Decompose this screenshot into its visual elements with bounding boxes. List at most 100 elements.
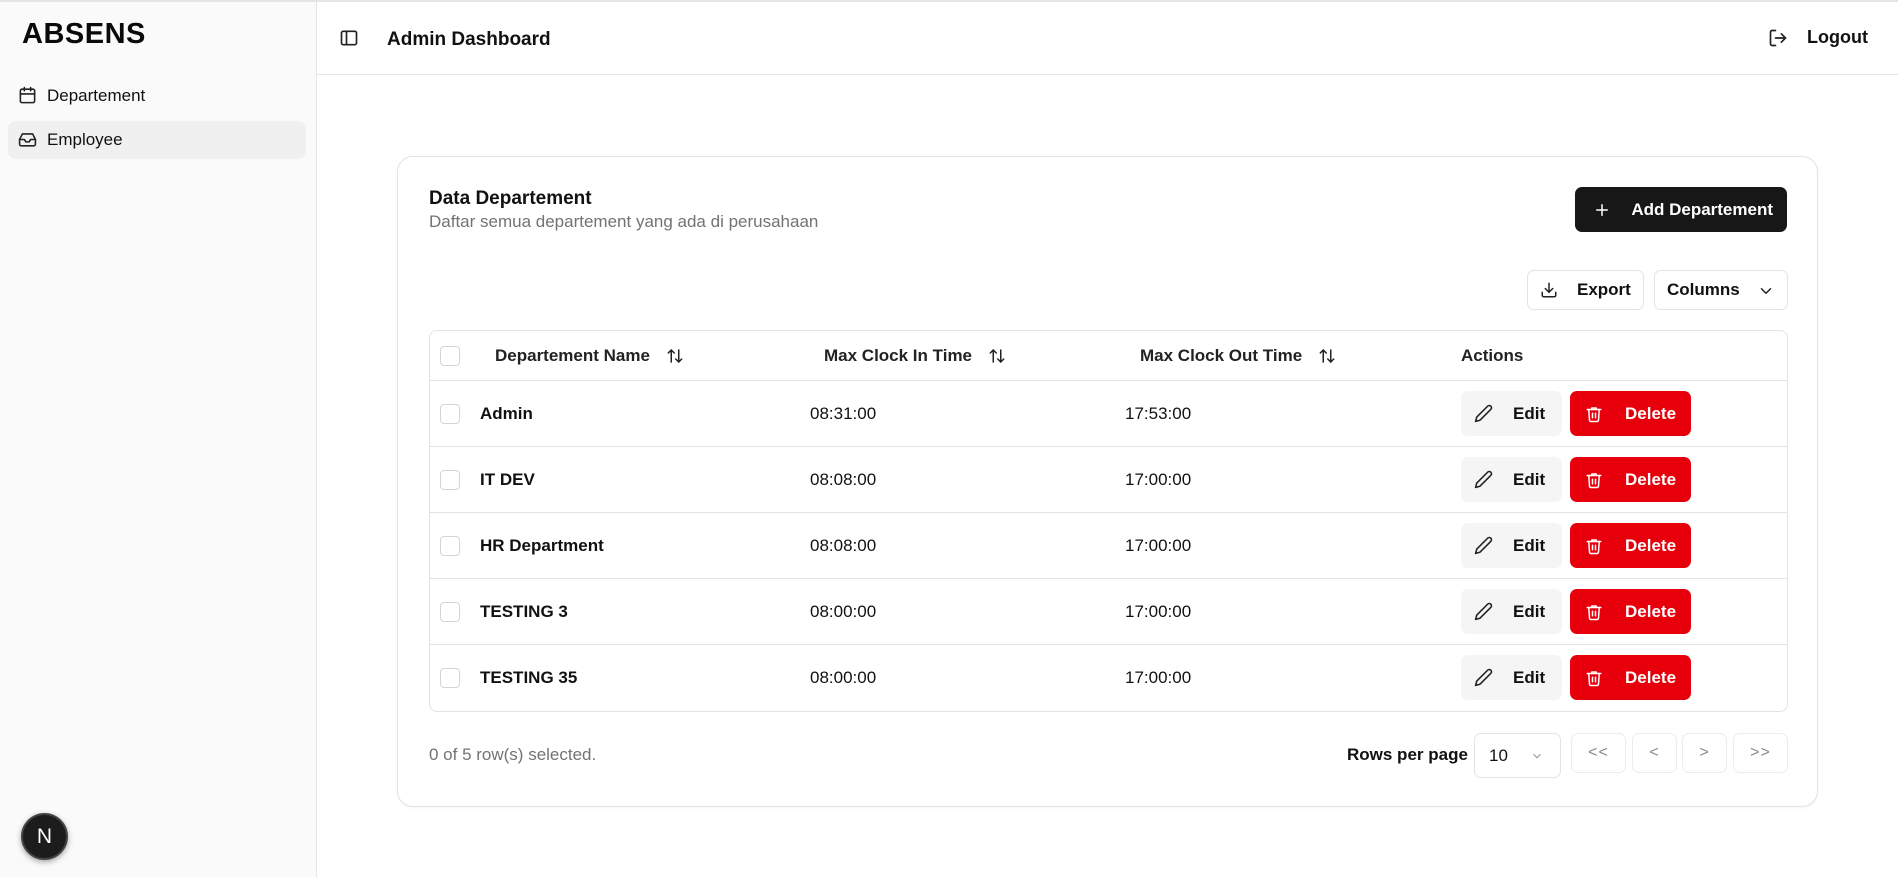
edit-button[interactable]: Edit <box>1461 391 1562 436</box>
cell-clock-in: 08:08:00 <box>810 470 877 489</box>
delete-label: Delete <box>1625 403 1677 423</box>
column-header-label: Max Clock Out Time <box>1140 346 1303 365</box>
rows-per-page-value: 10 <box>1489 745 1508 765</box>
delete-label: Delete <box>1625 469 1677 489</box>
table-row: Admin 08:31:00 17:53:00 Edit Delete <box>430 381 1787 447</box>
add-departement-button[interactable]: Add Departement <box>1575 187 1787 232</box>
logout-button[interactable]: Logout <box>1768 27 1868 48</box>
departement-card: Data Departement Daftar semua departemen… <box>397 156 1818 807</box>
delete-button[interactable]: Delete <box>1570 589 1691 634</box>
edit-button[interactable]: Edit <box>1461 589 1562 634</box>
delete-button[interactable]: Delete <box>1570 457 1691 502</box>
delete-button[interactable]: Delete <box>1570 391 1691 436</box>
cell-departement-name: IT DEV <box>480 470 535 489</box>
cell-departement-name: HR Department <box>480 536 604 555</box>
brand-logo: ABSENS <box>22 18 146 50</box>
pencil-icon <box>1474 470 1493 489</box>
rows-per-page-select[interactable]: 10 <box>1474 733 1561 778</box>
edit-button[interactable]: Edit <box>1461 655 1562 700</box>
plus-icon <box>1596 203 1609 216</box>
cell-clock-in: 08:31:00 <box>810 404 877 423</box>
row-checkbox[interactable] <box>440 536 460 556</box>
table-row: TESTING 35 08:00:00 17:00:00 Edit Delete <box>430 645 1787 711</box>
trash-icon <box>1586 604 1602 620</box>
cell-clock-in: 08:00:00 <box>810 602 877 621</box>
departement-table: Departement Name Max Clock In Time Max C… <box>429 330 1788 712</box>
card-subtitle: Daftar semua departement yang ada di per… <box>429 212 819 231</box>
cell-clock-in: 08:00:00 <box>810 668 877 687</box>
selection-status: 0 of 5 row(s) selected. <box>429 745 597 764</box>
column-header-actions: Actions <box>1461 346 1524 365</box>
sidebar-item-departement[interactable]: Departement <box>8 77 306 115</box>
delete-label: Delete <box>1625 667 1677 687</box>
next-page-button[interactable]: > <box>1682 733 1727 773</box>
table-row: IT DEV 08:08:00 17:00:00 Edit Delete <box>430 447 1787 513</box>
chevron-down-icon <box>1533 753 1541 759</box>
cell-departement-name: Admin <box>480 404 533 423</box>
sidebar-toggle-icon[interactable] <box>339 28 361 50</box>
trash-icon <box>1586 472 1602 488</box>
edit-label: Edit <box>1513 535 1546 555</box>
sidebar-item-label: Departement <box>47 86 146 105</box>
chevron-down-icon <box>1760 288 1772 294</box>
cell-clock-in: 08:08:00 <box>810 536 877 555</box>
trash-icon <box>1586 406 1602 422</box>
sidebar-item-employee[interactable]: Employee <box>8 121 306 159</box>
cell-departement-name: TESTING 3 <box>480 602 568 621</box>
inbox-icon <box>18 130 38 150</box>
sidebar-item-label: Employee <box>47 130 123 149</box>
sort-icon <box>1319 349 1335 363</box>
trash-icon <box>1586 670 1602 686</box>
row-checkbox[interactable] <box>440 470 460 490</box>
logout-icon <box>1769 29 1787 46</box>
cell-clock-out: 17:53:00 <box>1125 404 1192 423</box>
column-header-name[interactable]: Departement Name <box>495 346 684 366</box>
row-checkbox[interactable] <box>440 404 460 424</box>
first-page-button[interactable]: << <box>1571 733 1626 773</box>
logout-label: Logout <box>1807 27 1868 47</box>
cell-clock-out: 17:00:00 <box>1125 602 1192 621</box>
edit-label: Edit <box>1513 469 1546 489</box>
cell-clock-out: 17:00:00 <box>1125 536 1192 555</box>
edit-button[interactable]: Edit <box>1461 457 1562 502</box>
add-departement-label: Add Departement <box>1631 199 1773 219</box>
export-label: Export <box>1577 280 1631 299</box>
edit-label: Edit <box>1513 601 1546 621</box>
top-header: Admin Dashboard Logout <box>317 2 1898 75</box>
avatar[interactable]: N <box>21 813 68 860</box>
column-header-clock-out[interactable]: Max Clock Out Time <box>1140 346 1336 366</box>
delete-button[interactable]: Delete <box>1570 523 1691 568</box>
sidebar: ABSENS Departement Employee N <box>0 2 317 877</box>
cell-departement-name: TESTING 35 <box>480 668 578 687</box>
calendar-icon <box>18 86 38 106</box>
edit-label: Edit <box>1513 667 1546 687</box>
pencil-icon <box>1474 536 1493 555</box>
card-title: Data Departement <box>429 188 592 209</box>
sort-icon <box>989 349 1005 363</box>
cell-clock-out: 17:00:00 <box>1125 668 1192 687</box>
cell-clock-out: 17:00:00 <box>1125 470 1192 489</box>
last-page-button[interactable]: >> <box>1733 733 1788 773</box>
delete-label: Delete <box>1625 601 1677 621</box>
sort-icon <box>667 349 683 363</box>
row-checkbox[interactable] <box>440 602 460 622</box>
trash-icon <box>1586 538 1602 554</box>
page-title: Admin Dashboard <box>387 29 551 50</box>
table-row: HR Department 08:08:00 17:00:00 Edit Del… <box>430 513 1787 579</box>
export-button[interactable]: Export <box>1527 270 1644 310</box>
pencil-icon <box>1474 602 1493 621</box>
delete-button[interactable]: Delete <box>1570 655 1691 700</box>
delete-label: Delete <box>1625 535 1677 555</box>
column-header-label: Max Clock In Time <box>824 346 973 365</box>
columns-dropdown[interactable]: Columns <box>1654 270 1788 310</box>
edit-label: Edit <box>1513 403 1546 423</box>
table-header-row: Departement Name Max Clock In Time Max C… <box>430 331 1787 381</box>
download-icon <box>1541 282 1557 298</box>
row-checkbox[interactable] <box>440 668 460 688</box>
prev-page-button[interactable]: < <box>1632 733 1677 773</box>
column-header-clock-in[interactable]: Max Clock In Time <box>824 346 1006 366</box>
pencil-icon <box>1474 404 1493 423</box>
rows-per-page-label: Rows per page <box>1347 745 1468 764</box>
edit-button[interactable]: Edit <box>1461 523 1562 568</box>
select-all-checkbox[interactable] <box>440 346 460 366</box>
